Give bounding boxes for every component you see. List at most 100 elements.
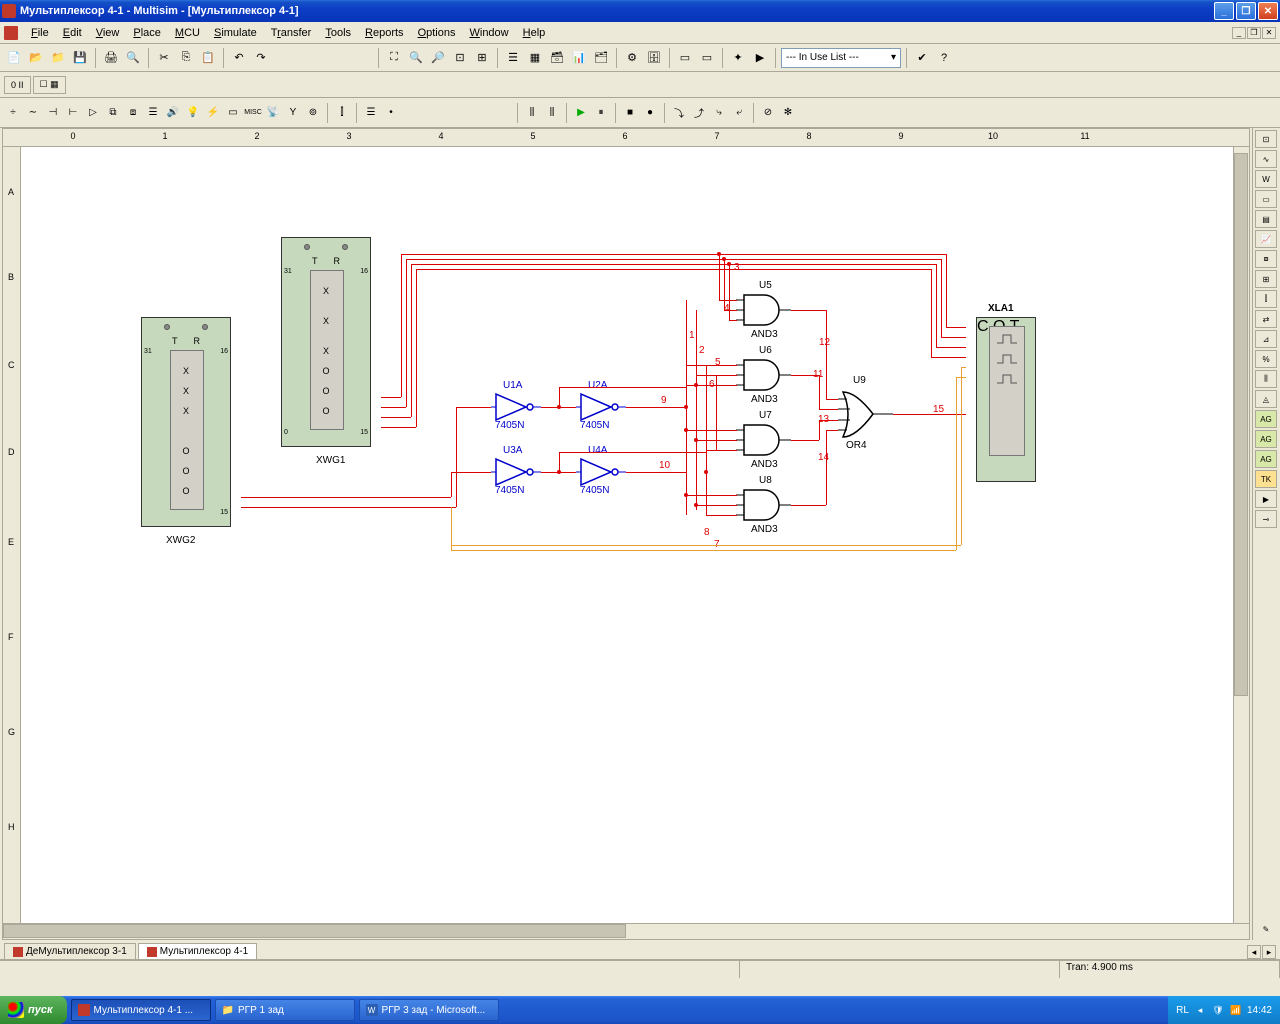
distortion-instrument[interactable]: %	[1255, 350, 1277, 368]
place-analog-button[interactable]: ▷	[84, 104, 102, 122]
breakpoint-button[interactable]: ⊘	[759, 104, 777, 122]
menu-options[interactable]: Options	[411, 25, 463, 41]
clock[interactable]: 14:42	[1247, 1005, 1272, 1016]
view-mode-1[interactable]: 0 II	[4, 76, 31, 94]
wattmeter-instrument[interactable]: W	[1255, 170, 1277, 188]
menu-tools[interactable]: Tools	[318, 25, 358, 41]
doctab-demux[interactable]: ДеМультиплексор 3-1	[4, 943, 136, 959]
postprocessor-button[interactable]: 🗂	[591, 48, 611, 68]
menu-reports[interactable]: Reports	[358, 25, 411, 41]
function-gen-instrument[interactable]: ∿	[1255, 150, 1277, 168]
print-preview-button[interactable]: 🔍	[123, 48, 143, 68]
mdi-close-button[interactable]: ✕	[1262, 27, 1276, 39]
tray-icon-2[interactable]: 🛡	[1211, 1003, 1225, 1017]
tray-icon-1[interactable]: ◂	[1193, 1003, 1207, 1017]
database-button[interactable]: 🗃	[547, 48, 567, 68]
taskbar-item-multisim[interactable]: Мультиплексор 4-1 ...	[71, 999, 211, 1021]
taskbar-item-folder1[interactable]: 📁РГР 1 зад	[215, 999, 355, 1021]
component-xla1[interactable]: C Q T	[976, 317, 1036, 482]
oscilloscope-instrument[interactable]: ▭	[1255, 190, 1277, 208]
start-button[interactable]: пуск	[0, 996, 67, 1024]
menu-file[interactable]: FFileile	[24, 25, 56, 41]
menu-mcu[interactable]: MCU	[168, 25, 207, 41]
place-junction-button[interactable]: •	[382, 104, 400, 122]
breadboard-button[interactable]: ▭	[697, 48, 717, 68]
place-mixed-button[interactable]: 🔊	[164, 104, 182, 122]
place-source-button[interactable]: ÷	[4, 104, 22, 122]
open-button[interactable]: 📂	[26, 48, 46, 68]
taskbar-item-word[interactable]: WРГР 3 зад - Microsoft...	[359, 999, 499, 1021]
mdi-restore-button[interactable]: ❐	[1247, 27, 1261, 39]
component-u9[interactable]	[838, 387, 903, 447]
component-u2a[interactable]	[576, 392, 626, 422]
zoom-out-button[interactable]: 🔎	[428, 48, 448, 68]
place-transistor-button[interactable]: ⊢	[64, 104, 82, 122]
tabs-scroll-right[interactable]: ▸	[1262, 945, 1276, 959]
spectrum-instrument[interactable]: ⫼	[1255, 370, 1277, 388]
open-sample-button[interactable]: 📁	[48, 48, 68, 68]
cut-button[interactable]: ✂	[154, 48, 174, 68]
iv-analyzer-instrument[interactable]: ⊿	[1255, 330, 1277, 348]
schematic-canvas[interactable]: T R X X X O O O 31 16 15 XWG2	[21, 147, 1249, 923]
copy-button[interactable]: ⎘	[176, 48, 196, 68]
menu-transfer[interactable]: Transfer	[264, 25, 319, 41]
restore-button[interactable]: ❐	[1236, 2, 1256, 20]
place-indicator-button[interactable]: 💡	[184, 104, 202, 122]
zoom-fit-button[interactable]: ⊞	[472, 48, 492, 68]
menu-edit[interactable]: Edit	[56, 25, 89, 41]
tek-scope-instrument[interactable]: TK	[1255, 470, 1277, 488]
component-xwg2[interactable]: T R X X X O O O 31 16 15	[141, 317, 231, 527]
bode-instrument[interactable]: 📈	[1255, 230, 1277, 248]
logic-analyzer-instrument[interactable]: ⫿	[1255, 290, 1277, 308]
place-bus-button[interactable]: ⫿	[333, 104, 351, 122]
zoom-in-button[interactable]: 🔍	[406, 48, 426, 68]
word-gen-instrument[interactable]: ⊞	[1255, 270, 1277, 288]
elvis-button[interactable]: ▭	[675, 48, 695, 68]
multimeter-instrument[interactable]: ⊡	[1255, 130, 1277, 148]
place-electromech-button[interactable]: Y	[284, 104, 302, 122]
pause-button[interactable]: ⏸	[592, 104, 610, 122]
network-instrument[interactable]: ◬	[1255, 390, 1277, 408]
spreadsheet-button[interactable]: ▦	[525, 48, 545, 68]
step-into-button[interactable]: ⤵	[670, 104, 688, 122]
place-power-button[interactable]: ⚡	[204, 104, 222, 122]
tray-icon-3[interactable]: 📶	[1229, 1003, 1243, 1017]
place-misc-button[interactable]: ▭	[224, 104, 242, 122]
step-out-button[interactable]: ⤷	[710, 104, 728, 122]
place-rf-button[interactable]: 📡	[264, 104, 282, 122]
stop-button[interactable]: ■	[621, 104, 639, 122]
hierarchical-button[interactable]: ☰	[362, 104, 380, 122]
print-button[interactable]: 🖨	[101, 48, 121, 68]
minimize-button[interactable]: _	[1214, 2, 1234, 20]
logic-converter-instrument[interactable]: ⇄	[1255, 310, 1277, 328]
create-component-button[interactable]: ✦	[728, 48, 748, 68]
grapher-button[interactable]: 📊	[569, 48, 589, 68]
component-u4a[interactable]	[576, 457, 626, 487]
save-button[interactable]: 💾	[70, 48, 90, 68]
doctab-mux[interactable]: Мультиплексор 4-1	[138, 943, 257, 959]
menu-simulate[interactable]: Simulate	[207, 25, 264, 41]
4ch-scope-instrument[interactable]: ▤	[1255, 210, 1277, 228]
step-over-button[interactable]: ⤴	[690, 104, 708, 122]
toggle-list-button[interactable]: ☰	[503, 48, 523, 68]
menu-view[interactable]: View	[89, 25, 127, 41]
labview-instrument[interactable]: ▶	[1255, 490, 1277, 508]
place-diode-button[interactable]: ⊣	[44, 104, 62, 122]
in-use-list-dropdown[interactable]: --- In Use List ---▾	[781, 48, 901, 68]
probe-button[interactable]: ✻	[779, 104, 797, 122]
language-indicator[interactable]: RL	[1176, 1005, 1189, 1016]
place-ni-button[interactable]: ⊚	[304, 104, 322, 122]
menu-help[interactable]: Help	[516, 25, 553, 41]
new-button[interactable]: 📄	[4, 48, 24, 68]
zoom-area-button[interactable]: ⊡	[450, 48, 470, 68]
menu-window[interactable]: Window	[462, 25, 515, 41]
component-u1a[interactable]	[491, 392, 541, 422]
agilent-fg-instrument[interactable]: AG	[1255, 410, 1277, 428]
probe-tool[interactable]: ✎	[1255, 920, 1277, 938]
place-advanced-button[interactable]: MISC	[244, 104, 262, 122]
freq-counter-instrument[interactable]: ⧇	[1255, 250, 1277, 268]
menu-place[interactable]: Place	[126, 25, 168, 41]
place-basic-button[interactable]: ∼	[24, 104, 42, 122]
zoom-fullscreen-button[interactable]: ⛶	[384, 48, 404, 68]
place-misc-digital-button[interactable]: ☰	[144, 104, 162, 122]
